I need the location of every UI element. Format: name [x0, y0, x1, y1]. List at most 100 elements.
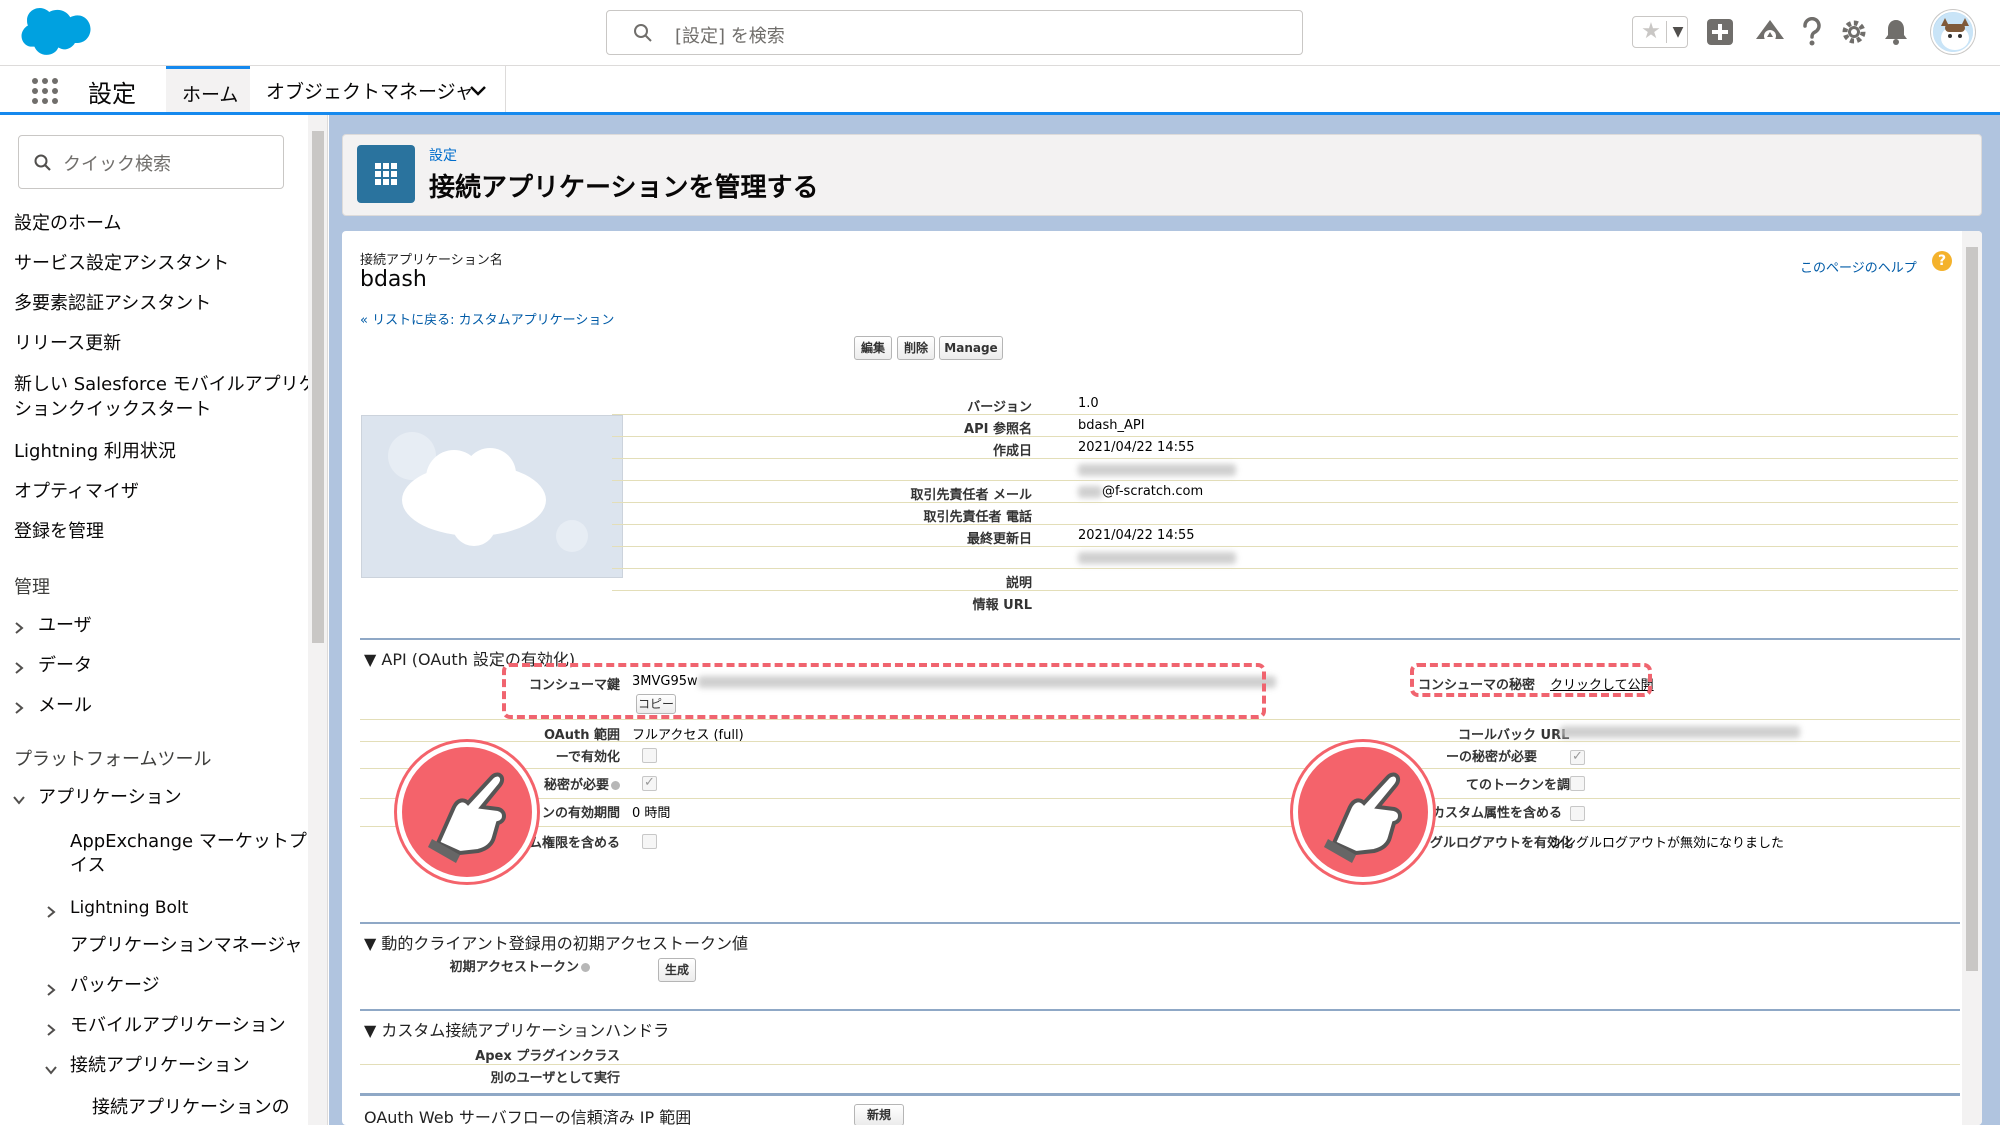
sidebar-item-setup-home[interactable]: 設定のホーム — [14, 211, 121, 237]
search-placeholder: [設定] を検索 — [675, 26, 785, 47]
back-to-list-link[interactable]: « リストに戻る: カスタムアプリケーション — [360, 309, 614, 328]
tab-object-manager[interactable]: オブジェクトマネージャ — [252, 66, 506, 112]
delete-button[interactable]: 削除 — [897, 336, 935, 360]
detail-row: 作成日 2021/04/22 14:55 — [612, 437, 1958, 459]
chevron-right-icon[interactable] — [44, 983, 58, 997]
sidebar-item-release-updates[interactable]: リリース更新 — [14, 331, 121, 357]
help-link[interactable]: このページのヘルプ — [1800, 257, 1917, 276]
custom-handler-section: ▼ カスタム接続アプリケーションハンドラ Apex プラグインクラス 別のユーザ… — [360, 1009, 1960, 1087]
sidebar-item-service-setup[interactable]: サービス設定アシスタント — [14, 251, 229, 277]
redacted-value — [1078, 552, 1236, 564]
sidebar-item-email[interactable]: メール — [38, 693, 92, 719]
sidebar-item-users[interactable]: ユーザ — [38, 613, 92, 639]
sidebar-item-connected-apps-usage[interactable]: 接続アプリケーションの — [92, 1095, 290, 1121]
section-title: OAuth Web サーバフローの信頼済み IP 範囲 — [364, 1108, 692, 1125]
chevron-right-icon[interactable] — [12, 661, 26, 675]
edit-button[interactable]: 編集 — [854, 336, 892, 360]
detail-panel: 接続アプリケーション名 bdash このページのヘルプ ? « リストに戻る: … — [342, 231, 1982, 1125]
sidebar-item-appexchange-line2[interactable]: イス — [70, 853, 105, 879]
trailhead-button[interactable] — [1752, 14, 1788, 50]
detail-value: bdash_API — [1078, 418, 1145, 433]
manage-button[interactable]: Manage — [939, 336, 1003, 360]
generate-button[interactable]: 生成 — [658, 958, 696, 982]
checkbox — [1570, 776, 1585, 791]
highlight-consumer-secret — [1410, 663, 1652, 697]
sidebar-item-connected-apps[interactable]: 接続アプリケーション — [70, 1053, 250, 1079]
search-icon — [634, 24, 652, 42]
notifications-button[interactable] — [1878, 14, 1914, 50]
field-value: シングルログアウトが無効になりました — [1550, 836, 1785, 851]
tab-home[interactable]: ホーム — [166, 66, 250, 112]
favorites-button[interactable]: ★ ▼ — [1632, 16, 1688, 48]
hand-icon — [1324, 772, 1402, 863]
sidebar-item-appexchange[interactable]: AppExchange マーケットプレ — [70, 829, 325, 855]
detail-label: 取引先責任者 メール — [910, 488, 1032, 503]
highlight-consumer-key — [502, 663, 1266, 719]
help-button[interactable] — [1794, 14, 1830, 50]
app-nav-bar: 設定 ホーム オブジェクトマネージャ — [0, 66, 2000, 115]
sidebar-item-manage-subscriptions[interactable]: 登録を管理 — [14, 519, 104, 545]
sidebar-item-mobile-quickstart[interactable]: 新しい Salesforce モバイルアプリケー — [14, 372, 327, 398]
pointing-hand-icon — [1293, 742, 1433, 882]
sidebar-item-lightning-bolt[interactable]: Lightning Bolt — [70, 895, 188, 921]
field-label: ンの有効期間 — [541, 806, 620, 821]
scrollbar-thumb[interactable] — [312, 131, 324, 643]
sidebar-heading-admin: 管理 — [14, 577, 50, 598]
app-logo-image — [361, 415, 623, 578]
divider — [360, 798, 1960, 799]
global-actions-button[interactable] — [1702, 14, 1738, 50]
sidebar-item-lightning-usage[interactable]: Lightning 利用状況 — [14, 439, 176, 465]
chevron-right-icon[interactable] — [44, 905, 58, 919]
pointing-hand-icon — [397, 742, 537, 882]
cloud-placeholder-icon — [388, 432, 588, 552]
sidebar-item-mobile-quickstart-line2[interactable]: ションクイックスタート — [14, 397, 211, 423]
chevron-down-icon[interactable] — [44, 1063, 58, 1077]
scrollbar-thumb[interactable] — [1966, 247, 1978, 971]
chevron-down-icon[interactable] — [12, 793, 26, 807]
field-label-text: 秘密が必要 — [543, 778, 609, 793]
content-scrollbar[interactable] — [1962, 231, 1982, 1125]
sidebar-item-mfa-assistant[interactable]: 多要素認証アシスタント — [14, 291, 211, 317]
chevron-right-icon[interactable] — [12, 621, 26, 635]
sidebar-item-packages[interactable]: パッケージ — [70, 973, 160, 999]
detail-label: 説明 — [1005, 576, 1032, 591]
setup-button[interactable] — [1836, 14, 1872, 50]
chevron-down-icon[interactable]: ▼ — [1670, 23, 1686, 41]
chevron-right-icon[interactable] — [44, 1023, 58, 1037]
global-search-input[interactable]: [設定] を検索 — [606, 10, 1303, 55]
info-icon[interactable] — [581, 963, 590, 972]
checkbox — [642, 775, 657, 791]
sidebar-scrollbar[interactable] — [308, 115, 327, 1125]
sidebar-item-app-manager[interactable]: アプリケーションマネージャ — [70, 933, 302, 959]
chevron-right-icon[interactable] — [12, 701, 26, 715]
divider — [360, 1064, 1960, 1065]
add-icon — [1707, 19, 1733, 45]
sidebar-item-data[interactable]: データ — [38, 653, 92, 679]
app-launcher-icon[interactable] — [30, 76, 60, 106]
sidebar-item-apps[interactable]: アプリケーション — [38, 785, 182, 811]
detail-row: バージョン 1.0 — [612, 393, 1958, 415]
avatar[interactable] — [1931, 10, 1975, 54]
salesforce-logo[interactable] — [20, 6, 98, 60]
section-title[interactable]: ▼ カスタム接続アプリケーションハンドラ — [364, 1017, 669, 1041]
detail-value[interactable]: @f-scratch.com — [1102, 484, 1203, 499]
sidebar-item-mobile-apps[interactable]: モバイルアプリケーション — [70, 1013, 286, 1039]
quick-search-input[interactable]: クイック検索 — [18, 135, 284, 189]
checkbox — [1570, 806, 1585, 821]
detail-row: 説明 — [612, 569, 1958, 591]
gear-icon — [1842, 20, 1866, 44]
section-title[interactable]: ▼ 動的クライアント登録用の初期アクセストークン値 — [364, 930, 748, 954]
field-label: ーで有効化 — [555, 750, 620, 765]
search-icon — [34, 154, 51, 171]
quick-search-placeholder: クイック検索 — [63, 154, 171, 175]
info-icon[interactable] — [611, 781, 620, 790]
sidebar-item-optimizer[interactable]: オプティマイザ — [14, 479, 139, 505]
chevron-down-icon[interactable] — [468, 81, 488, 101]
detail-label: 取引先責任者 電話 — [923, 510, 1032, 525]
new-ip-range-button[interactable]: 新規 — [854, 1104, 904, 1125]
global-header: [設定] を検索 ★ ▼ — [0, 0, 2000, 66]
breadcrumb[interactable]: 設定 — [429, 145, 457, 165]
help-icon[interactable]: ? — [1932, 251, 1952, 271]
detail-row: 最終更新日 2021/04/22 14:55 — [612, 525, 1958, 547]
field-label: てのトークンを調査 — [1466, 778, 1584, 793]
